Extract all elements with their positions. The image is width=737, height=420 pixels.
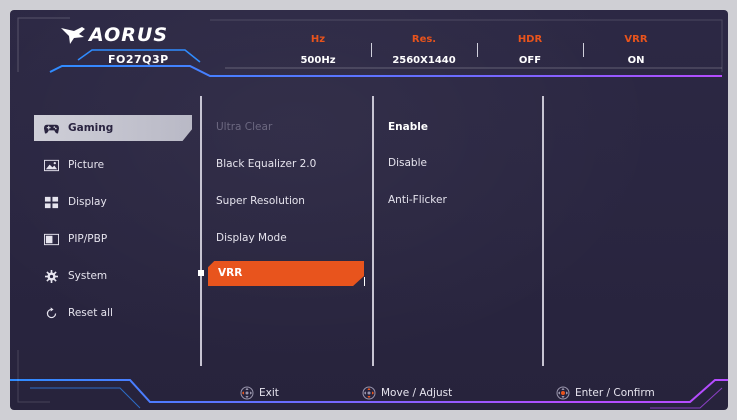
footer-move-label: Move / Adjust xyxy=(381,387,453,399)
joystick-left-icon xyxy=(240,386,254,400)
footer-move-adjust: Move / Adjust xyxy=(362,386,452,400)
footer-neon-frame xyxy=(10,350,728,409)
joystick-move-icon xyxy=(362,386,376,400)
footer-exit-label: Exit xyxy=(259,387,279,399)
footer-enter-label: Enter / Confirm xyxy=(575,387,655,399)
footer-exit: Exit xyxy=(240,386,279,400)
joystick-press-icon xyxy=(556,386,570,400)
osd-screen: AORUS FO27Q3P Hz 500Hz Res. 2560X1440 HD… xyxy=(10,10,728,410)
footer-enter-confirm: Enter / Confirm xyxy=(556,386,655,400)
